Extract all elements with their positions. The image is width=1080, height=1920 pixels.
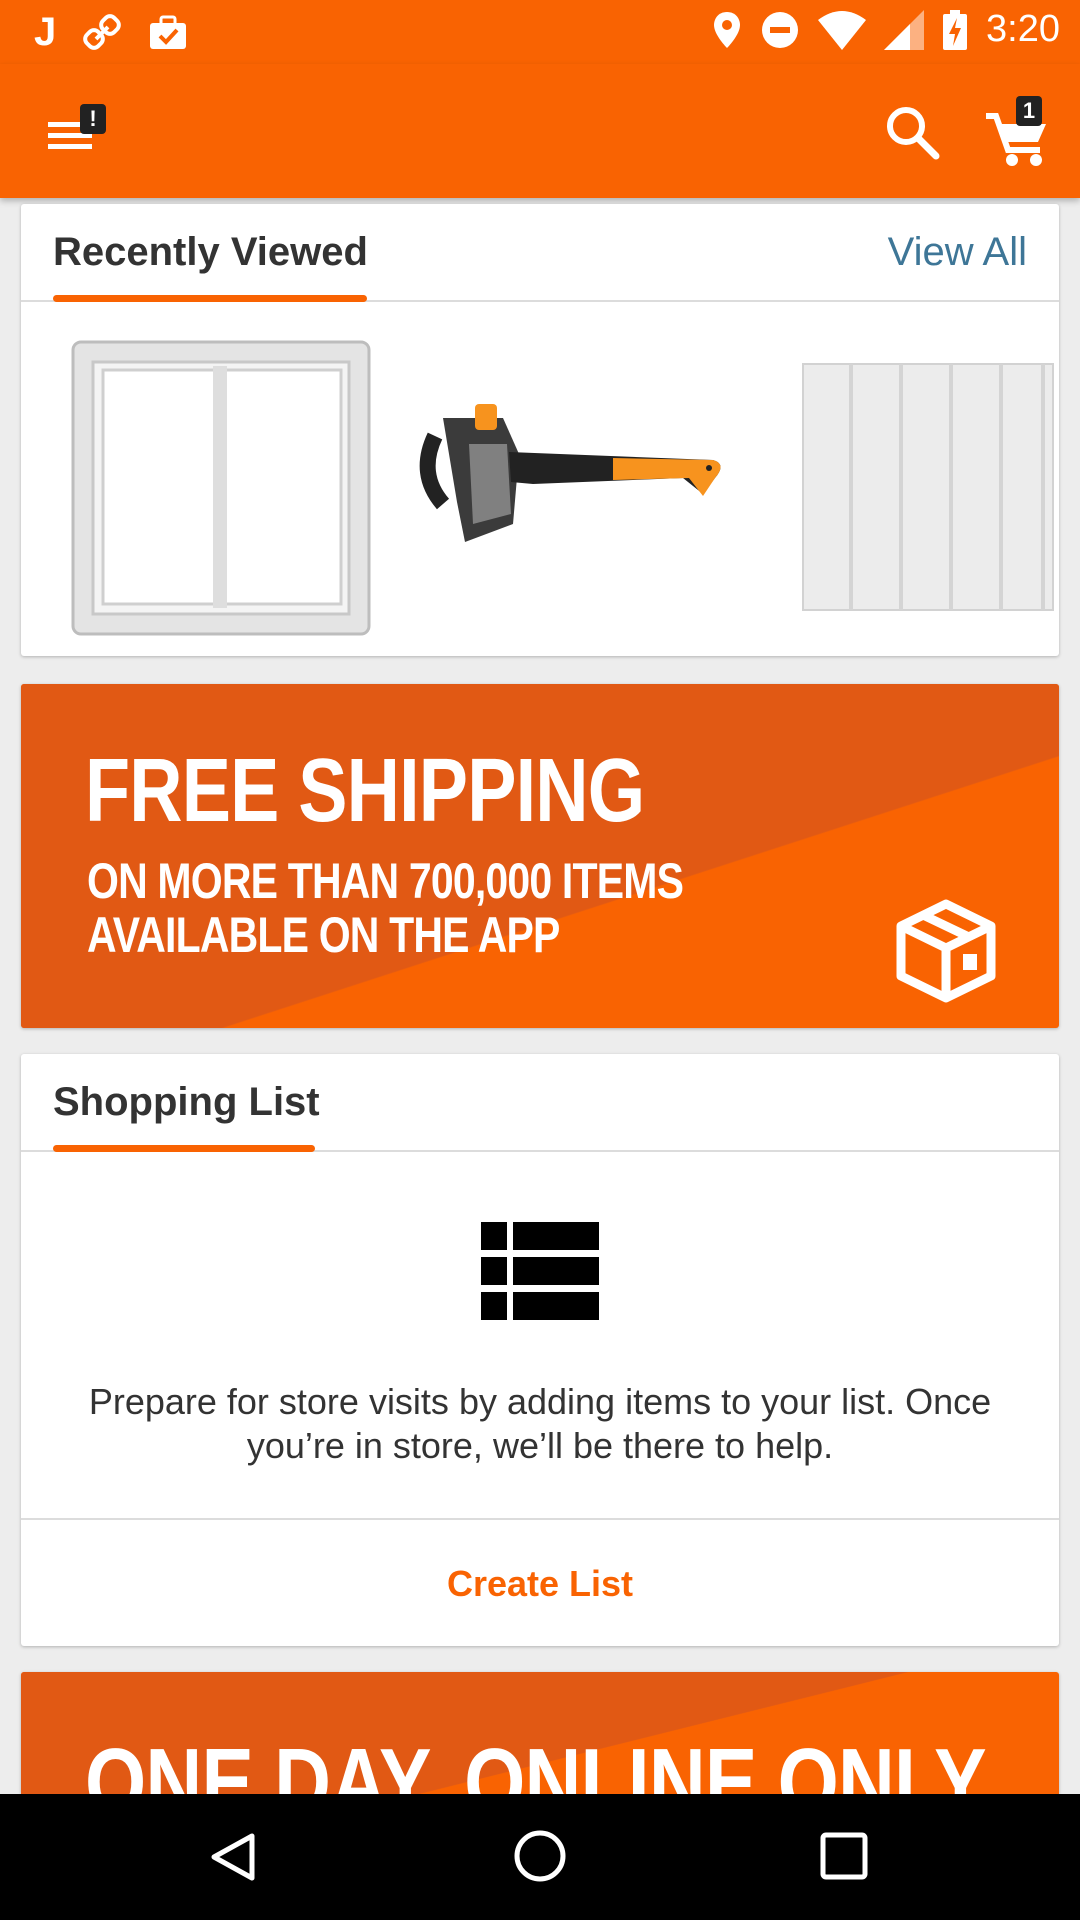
search-button[interactable] [878, 98, 948, 168]
shopping-list-title: Shopping List [53, 1080, 320, 1124]
beadboard-panel-image [802, 363, 1054, 611]
do-not-disturb-icon [762, 11, 799, 48]
shopping-list-message: Prepare for store visits by adding items… [88, 1381, 992, 1466]
free-shipping-headline: FREE SHIPPING [85, 741, 645, 841]
app-j-icon: J [34, 10, 57, 54]
recently-viewed-item-panel[interactable] [801, 362, 1059, 614]
search-icon [887, 107, 940, 160]
promo-headline: ONE DAY. ONLINE ONLY. [85, 1729, 999, 1794]
cart-button[interactable]: 1 [980, 94, 1060, 174]
wifi-icon [818, 10, 867, 50]
recently-viewed-header: Recently Viewed View All [21, 204, 1059, 302]
battery-charging-icon [943, 9, 968, 50]
list-icon [481, 1222, 599, 1320]
clock: 3:20 [986, 8, 1060, 50]
cell-signal-icon [884, 9, 925, 50]
link-icon [83, 13, 122, 50]
title-underline [53, 1145, 315, 1152]
free-shipping-banner[interactable]: FREE SHIPPING ON MORE THAN 700,000 ITEMS… [21, 684, 1059, 1028]
title-underline [53, 295, 367, 302]
location-icon [714, 11, 741, 48]
free-shipping-line-2: AVAILABLE ON THE APP [87, 907, 560, 963]
create-list-button[interactable]: Create List [21, 1518, 1059, 1646]
recently-viewed-card: Recently Viewed View All [21, 204, 1059, 656]
back-icon[interactable] [206, 1830, 260, 1884]
package-box-icon [896, 899, 996, 1003]
status-bar: J 3:20 [0, 0, 1080, 64]
axe-image [419, 404, 721, 542]
shopping-list-header: Shopping List [21, 1054, 1059, 1152]
recent-apps-icon[interactable] [818, 1830, 870, 1882]
sliding-window-image [71, 340, 371, 636]
menu-button[interactable]: ! [40, 104, 106, 164]
menu-alert-badge: ! [80, 104, 106, 134]
app-bar: ! 1 [0, 64, 1080, 198]
cart-count-badge: 1 [1016, 96, 1042, 126]
home-icon[interactable] [512, 1828, 568, 1884]
briefcase-check-icon [150, 15, 187, 49]
view-all-link[interactable]: View All [888, 230, 1027, 275]
promo-banner[interactable]: ONE DAY. ONLINE ONLY. [21, 1672, 1059, 1794]
shopping-list-card: Shopping List Prepare for store visits b… [21, 1054, 1059, 1646]
recently-viewed-title: Recently Viewed [53, 230, 368, 274]
recently-viewed-item-axe[interactable] [413, 374, 753, 574]
recently-viewed-item-window[interactable] [71, 340, 371, 636]
free-shipping-line-1: ON MORE THAN 700,000 ITEMS [87, 853, 684, 909]
system-nav-bar [0, 1794, 1080, 1920]
